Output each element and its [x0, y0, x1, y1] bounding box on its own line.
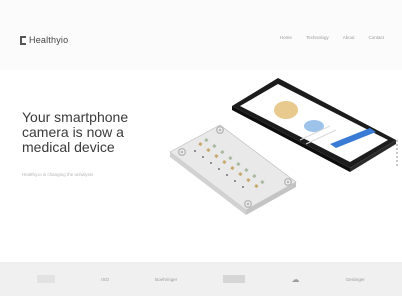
scroll-indicator[interactable]	[396, 140, 398, 166]
partner-logo-iso: ISO	[101, 276, 109, 282]
partner-logo-1	[37, 275, 56, 283]
partner-logo-boehringer: Boehringer	[155, 276, 178, 282]
brand-logo[interactable]: Healthyio	[20, 34, 68, 46]
headline-line-3: medical device	[22, 139, 115, 155]
result-circle-icon	[274, 101, 298, 119]
main-nav: Home Technology About Contact	[280, 35, 384, 40]
brand-mark-icon	[20, 35, 26, 45]
headline-line-1: Your smartphone	[22, 109, 129, 125]
nav-item-contact[interactable]: Contact	[368, 35, 384, 40]
hero-headline: Your smartphone camera is now a medical …	[22, 110, 172, 155]
partner-logo-cloud-icon: ☁	[291, 274, 300, 284]
product-illustration	[169, 78, 396, 215]
partner-logo-geisinger: Geisinger	[345, 276, 365, 282]
partner-logo-4	[223, 275, 246, 283]
nav-item-about[interactable]: About	[343, 35, 355, 40]
hero-subline: Healthy.io is changing the urinalysis	[22, 172, 94, 177]
headline-line-2: camera is now a	[22, 124, 124, 140]
site-header: Healthyio Home Technology About Contact	[0, 0, 402, 70]
nav-item-home[interactable]: Home	[280, 35, 292, 40]
partner-logos-strip: ISO Boehringer ☁ Geisinger	[0, 262, 402, 296]
nav-item-technology[interactable]: Technology	[306, 35, 329, 40]
test-kit-tray	[169, 124, 297, 215]
brand-name: Healthyio	[29, 35, 69, 45]
